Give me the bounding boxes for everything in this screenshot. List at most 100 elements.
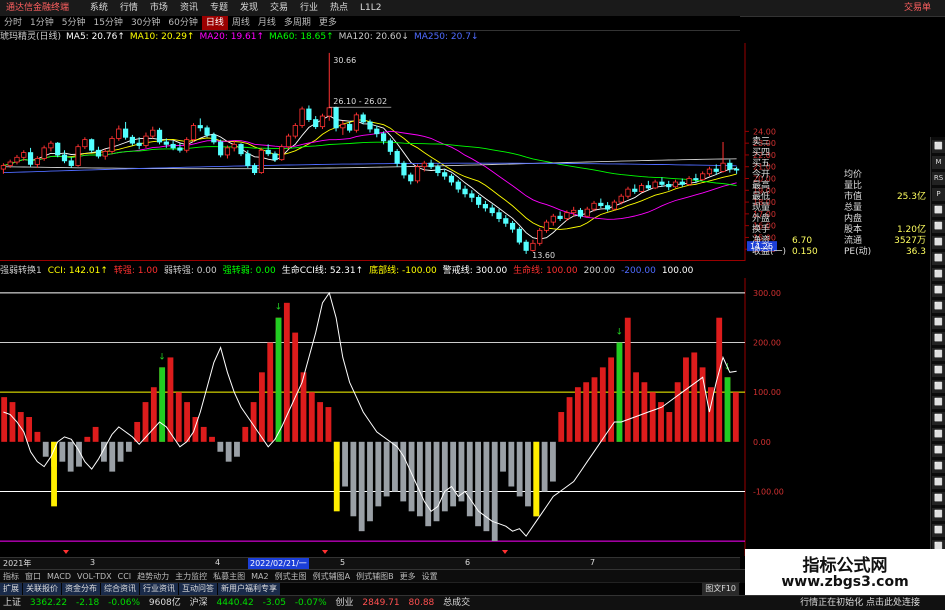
toolbar-button-9[interactable]: ⬜ — [932, 284, 945, 297]
date-cursor: 2022/02/21/一 — [248, 558, 309, 569]
extension-tab-6[interactable]: 新用户福利专享 — [218, 583, 280, 595]
candle — [679, 178, 685, 187]
indicator-legend: 强弱转换1 CCI: 142.01↑ 转强: 1.00 弱转强: 0.00 强转弱: 0… — [0, 265, 699, 277]
price-chart[interactable]: 14.0015.0016.0017.0018.0019.0020.0021.00… — [0, 43, 790, 261]
ma-legend-item-3: MA20: 19.61↑ — [199, 32, 265, 42]
quote-label-left: 净资 — [752, 236, 771, 246]
indicator-bar — [375, 441, 382, 507]
extension-tab-1[interactable]: 关联报价 — [23, 583, 61, 595]
toolbar-button-2[interactable]: RS — [932, 172, 945, 185]
period-tab-6[interactable]: 日线 — [201, 16, 228, 30]
trade-order-button[interactable]: 交易单 — [898, 0, 937, 16]
quote-row-3: 今开 均价 — [752, 170, 928, 181]
extension-tab-5[interactable]: 互动问答 — [179, 583, 217, 595]
candle — [455, 179, 461, 193]
indicator-bar — [666, 412, 673, 442]
toolbar-button-4[interactable]: ⬜ — [932, 204, 945, 217]
indicator-bar — [566, 397, 573, 442]
period-tab-2[interactable]: 5分钟 — [58, 16, 90, 30]
candle — [109, 136, 115, 154]
indicator-bar — [466, 441, 473, 517]
period-tab-10[interactable]: 更多 — [315, 16, 341, 30]
menu-item-8[interactable]: 热点 — [324, 0, 354, 16]
toolbar-button-0[interactable]: ⬜ — [932, 140, 945, 153]
candle — [122, 121, 129, 140]
indicator-bar — [34, 431, 41, 442]
candle — [720, 141, 726, 173]
indicator-legend-item-4: 强转弱: 0.00 — [222, 266, 276, 276]
period-tab-0[interactable]: 分时 — [0, 16, 26, 30]
toolbar-button-8[interactable]: ⬜ — [932, 268, 945, 281]
toolbar-button-13[interactable]: ⬜ — [932, 348, 945, 361]
candle — [224, 145, 231, 159]
indicator-chart[interactable]: 300.00200.00100.000.00-100.00↓↓↓↓ — [0, 278, 790, 556]
extension-tab-0[interactable]: 扩展 — [0, 583, 22, 595]
menu-item-3[interactable]: 资讯 — [174, 0, 204, 16]
candle — [537, 228, 543, 246]
menu-item-0[interactable]: 系统 — [84, 0, 114, 16]
indicator-bar — [317, 402, 324, 442]
quote-label-left: 买五 — [752, 159, 771, 169]
candle — [333, 106, 339, 132]
toolbar-button-22[interactable]: ⬜ — [932, 492, 945, 505]
candle — [285, 133, 292, 150]
toolbar-button-11[interactable]: ⬜ — [932, 316, 945, 329]
quote-value-mid: 6.70 — [792, 236, 813, 246]
extension-tab-4[interactable]: 行业资讯 — [140, 583, 178, 595]
period-tab-8[interactable]: 月线 — [254, 16, 280, 30]
toolbar-button-10[interactable]: ⬜ — [932, 300, 945, 313]
annotation-high: 30.66 — [333, 56, 356, 65]
toolbar-button-17[interactable]: ⬜ — [932, 412, 945, 425]
period-tab-4[interactable]: 30分钟 — [127, 16, 164, 30]
indicator-bar — [641, 382, 648, 442]
candle — [462, 185, 468, 198]
menu-item-4[interactable]: 专题 — [204, 0, 234, 16]
toolbar-button-18[interactable]: ⬜ — [932, 428, 945, 441]
toolbar-button-7[interactable]: ⬜ — [932, 252, 945, 265]
f10-tab[interactable]: 图文F10 — [702, 583, 739, 595]
toolbar-button-15[interactable]: ⬜ — [932, 380, 945, 393]
period-tab-7[interactable]: 周线 — [228, 16, 254, 30]
status-bar: 上证 3362.22 -2.18 -0.06% 9608亿 沪深 4440.42… — [0, 595, 945, 610]
period-tab-5[interactable]: 60分钟 — [164, 16, 201, 30]
toolbar-button-12[interactable]: ⬜ — [932, 332, 945, 345]
toolbar-button-16[interactable]: ⬜ — [932, 396, 945, 409]
candle — [598, 198, 604, 208]
quote-label-mid: 市值 — [844, 192, 863, 202]
menu-item-1[interactable]: 行情 — [114, 0, 144, 16]
candle — [503, 215, 509, 227]
candle — [14, 154, 20, 165]
candle — [143, 132, 149, 148]
candle — [353, 112, 360, 133]
status-message[interactable]: 行情正在初始化 点击此处连接 — [797, 596, 923, 610]
toolbar-button-3[interactable]: P — [932, 188, 945, 201]
toolbar-button-21[interactable]: ⬜ — [932, 476, 945, 489]
menu-item-6[interactable]: 交易 — [264, 0, 294, 16]
sz-label: 沪深 — [189, 598, 208, 608]
extension-tab-2[interactable]: 资金分布 — [62, 583, 100, 595]
ma-legend: 琥玛精灵(日线) MA5: 20.76↑ MA10: 20.29↑ MA20: 19.… — [0, 31, 484, 43]
toolbar-button-23[interactable]: ⬜ — [932, 508, 945, 521]
menu-item-7[interactable]: 行业 — [294, 0, 324, 16]
toolbar-button-6[interactable]: ⬜ — [932, 236, 945, 249]
toolbar-button-1[interactable]: M — [932, 156, 945, 169]
period-tab-9[interactable]: 多周期 — [280, 16, 315, 30]
quote-label-left: 最低 — [752, 192, 771, 202]
candle — [442, 169, 448, 180]
menu-item-9[interactable]: L1L2 — [354, 0, 387, 16]
candle — [41, 145, 47, 161]
toolbar-button-5[interactable]: ⬜ — [932, 220, 945, 233]
toolbar-button-20[interactable]: ⬜ — [932, 460, 945, 473]
menu-item-5[interactable]: 发现 — [234, 0, 264, 16]
toolbar-button-24[interactable]: ⬜ — [932, 524, 945, 537]
period-tab-1[interactable]: 1分钟 — [26, 16, 58, 30]
quote-label-mid: 股本 — [844, 225, 863, 235]
toolbar-button-19[interactable]: ⬜ — [932, 444, 945, 457]
toolbar-button-14[interactable]: ⬜ — [932, 364, 945, 377]
menu-item-2[interactable]: 市场 — [144, 0, 174, 16]
indicator-bar — [209, 436, 215, 442]
indicator-bar — [125, 441, 132, 452]
extension-tab-3[interactable]: 综合资讯 — [101, 583, 139, 595]
candle — [387, 138, 393, 155]
period-tab-3[interactable]: 15分钟 — [89, 16, 126, 30]
